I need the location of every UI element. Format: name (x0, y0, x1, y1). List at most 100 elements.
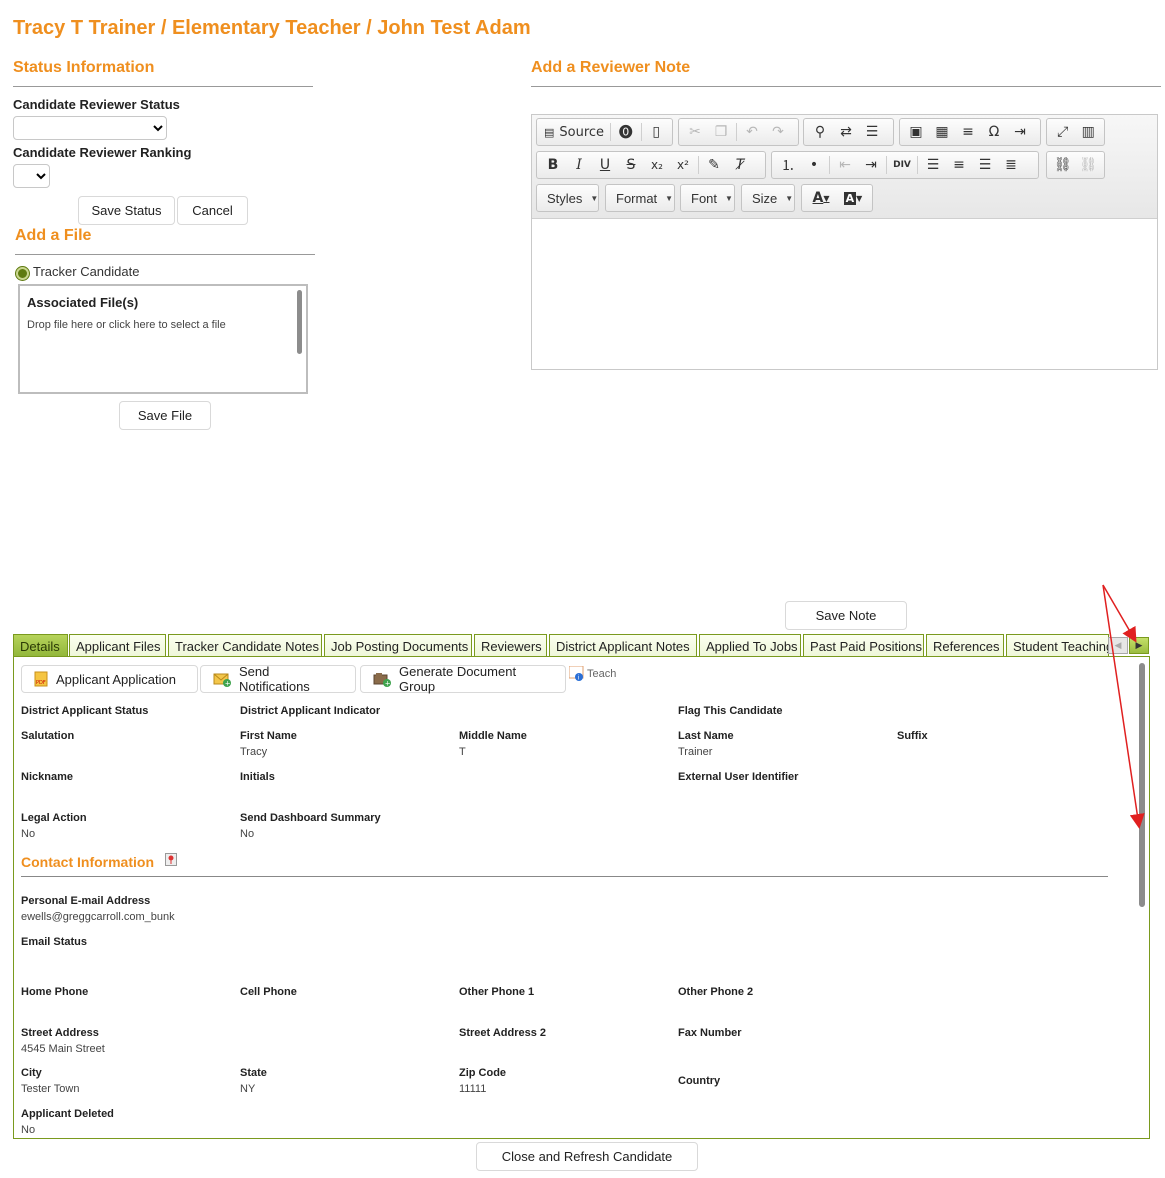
format-dropdown[interactable]: Format ▼ (605, 184, 675, 212)
nickname-label: Nickname (21, 771, 73, 783)
remove-format-icon[interactable]: T̷ (727, 154, 753, 176)
note-section-title: Add a Reviewer Note (531, 59, 691, 76)
outdent-icon[interactable]: ⇤ (832, 154, 858, 176)
generate-document-group-button[interactable]: + Generate Document Group (360, 664, 566, 694)
align-center-icon[interactable]: ≡ (946, 154, 972, 176)
dropzone-title: Associated File(s) (27, 295, 139, 310)
horizontal-line-icon[interactable]: ≡ (955, 121, 981, 143)
maximize-icon[interactable]: ⤢ (1050, 121, 1076, 143)
pdf-icon: PDF (34, 671, 48, 687)
editor-content-area[interactable] (532, 220, 1157, 370)
salutation-label: Salutation (21, 730, 75, 742)
tab-district-applicant-notes[interactable]: District Applicant Notes (549, 634, 697, 657)
tab-scroll-left-icon[interactable]: ◀ (1108, 637, 1128, 654)
tab-bar: Details Applicant Files Tracker Candidat… (13, 634, 1150, 657)
rich-text-editor[interactable]: ▤ Source ⓿ ▯ ✂ ❐ ↶ ↷ ⚲ ⇄ ☰ ▣ ▦ ≡ Ω ⇥ ⤢ ▥… (531, 114, 1158, 370)
teach-logo-icon: i (568, 665, 585, 682)
tab-references[interactable]: References (926, 634, 1004, 657)
tab-past-paid-positions[interactable]: Past Paid Positions (803, 634, 924, 657)
copy-format-icon[interactable]: ✎ (701, 154, 727, 176)
copy-icon[interactable]: ❐ (708, 121, 734, 143)
redo-icon[interactable]: ↷ (765, 121, 791, 143)
strikethrough-icon[interactable]: S (618, 154, 644, 176)
save-status-button[interactable]: Save Status (78, 196, 175, 225)
bold-icon[interactable]: B (540, 154, 566, 176)
indent-icon[interactable]: ⇥ (858, 154, 884, 176)
other-phone-1-label: Other Phone 1 (459, 986, 535, 998)
send-notifications-button[interactable]: + Send Notifications (200, 664, 356, 694)
middle-name-value: T (459, 746, 466, 758)
source-icon: ▤ (544, 125, 555, 139)
district-applicant-status-label: District Applicant Status (21, 705, 149, 717)
svg-text:PDF: PDF (36, 680, 46, 686)
superscript-icon[interactable]: x² (670, 154, 696, 176)
file-dropzone[interactable]: Associated File(s) Drop file here or cli… (18, 284, 308, 394)
home-phone-label: Home Phone (21, 986, 89, 998)
toolbar-group-view: ⤢ ▥ (1046, 118, 1105, 146)
select-all-icon[interactable]: ☰ (859, 121, 885, 143)
image-icon[interactable]: ▣ (903, 121, 929, 143)
undo-icon[interactable]: ↶ (739, 121, 765, 143)
city-value: Tester Town (21, 1083, 80, 1095)
city-label: City (21, 1067, 42, 1079)
status-section-title: Status Information (13, 59, 155, 76)
save-note-button[interactable]: Save Note (785, 601, 907, 630)
underline-icon[interactable]: U (592, 154, 618, 176)
tab-job-posting-documents[interactable]: Job Posting Documents (324, 634, 472, 657)
zip-code-label: Zip Code (459, 1067, 507, 1079)
dropzone-hint: Drop file here or click here to select a… (27, 319, 226, 331)
align-justify-icon[interactable]: ≣ (998, 154, 1024, 176)
contact-section-title: Contact Information (21, 854, 154, 870)
tab-details[interactable]: Details (13, 634, 68, 657)
close-refresh-button[interactable]: Close and Refresh Candidate (476, 1142, 698, 1171)
cancel-button[interactable]: Cancel (177, 196, 248, 225)
numbered-list-icon[interactable]: ⒈ (775, 154, 801, 176)
map-icon[interactable] (165, 853, 177, 866)
personal-email-value: ewells@greggcarroll.com_bunk (21, 911, 175, 923)
reviewer-status-select[interactable] (13, 116, 167, 140)
chevron-down-icon: ▼ (665, 193, 674, 203)
font-dropdown[interactable]: Font ▼ (680, 184, 735, 212)
accessibility-icon[interactable]: ⓿ (613, 121, 638, 143)
tab-reviewers[interactable]: Reviewers (474, 634, 547, 657)
file-section-divider (15, 254, 315, 255)
find-icon[interactable]: ⚲ (807, 121, 833, 143)
tab-tracker-candidate-notes[interactable]: Tracker Candidate Notes (168, 634, 322, 657)
unlink-icon[interactable]: ⛓ (1076, 154, 1102, 176)
toolbar-group-paragraph: ⒈ • ⇤ ⇥ DIV ☰ ≡ ☰ ≣ (771, 151, 1039, 179)
replace-icon[interactable]: ⇄ (833, 121, 859, 143)
tab-applicant-files[interactable]: Applicant Files (69, 634, 166, 657)
state-value: NY (240, 1083, 256, 1095)
tab-scroll-right-icon[interactable]: ▶ (1129, 637, 1149, 654)
chevron-down-icon: ▼ (590, 193, 599, 203)
chevron-down-icon: ▼ (725, 193, 733, 203)
teach-link[interactable]: i Teach (568, 665, 616, 682)
table-icon[interactable]: ▦ (929, 121, 955, 143)
align-right-icon[interactable]: ☰ (972, 154, 998, 176)
show-blocks-icon[interactable]: ▥ (1076, 121, 1102, 143)
save-file-button[interactable]: Save File (119, 401, 211, 430)
reviewer-ranking-select[interactable] (13, 164, 50, 188)
background-color-icon[interactable]: A ▼ (837, 187, 869, 209)
templates-icon[interactable]: ▯ (644, 121, 669, 143)
panel-scrollbar[interactable] (1139, 663, 1145, 907)
div-container-icon[interactable]: DIV (889, 154, 915, 176)
page-title: Tracy T Trainer / Elementary Teacher / J… (13, 17, 531, 39)
size-dropdown[interactable]: Size ▼ (741, 184, 795, 212)
text-color-icon[interactable]: A ▼ (805, 187, 837, 209)
styles-dropdown[interactable]: Styles ▼ (536, 184, 599, 212)
page-break-icon[interactable]: ⇥ (1007, 121, 1033, 143)
tab-student-teaching[interactable]: Student Teaching (1006, 634, 1109, 657)
dropzone-scrollbar[interactable] (297, 290, 302, 354)
italic-icon[interactable]: I (566, 154, 592, 176)
align-left-icon[interactable]: ☰ (920, 154, 946, 176)
special-char-icon[interactable]: Ω (981, 121, 1007, 143)
link-icon[interactable]: ⛓ (1050, 154, 1076, 176)
applicant-application-button[interactable]: PDF Applicant Application (21, 665, 198, 693)
subscript-icon[interactable]: x₂ (644, 154, 670, 176)
tracker-candidate-radio[interactable] (16, 267, 29, 280)
source-button[interactable]: ▤ Source (540, 121, 608, 143)
bulleted-list-icon[interactable]: • (801, 154, 827, 176)
tab-applied-to-jobs[interactable]: Applied To Jobs (699, 634, 801, 657)
cut-icon[interactable]: ✂ (682, 121, 708, 143)
